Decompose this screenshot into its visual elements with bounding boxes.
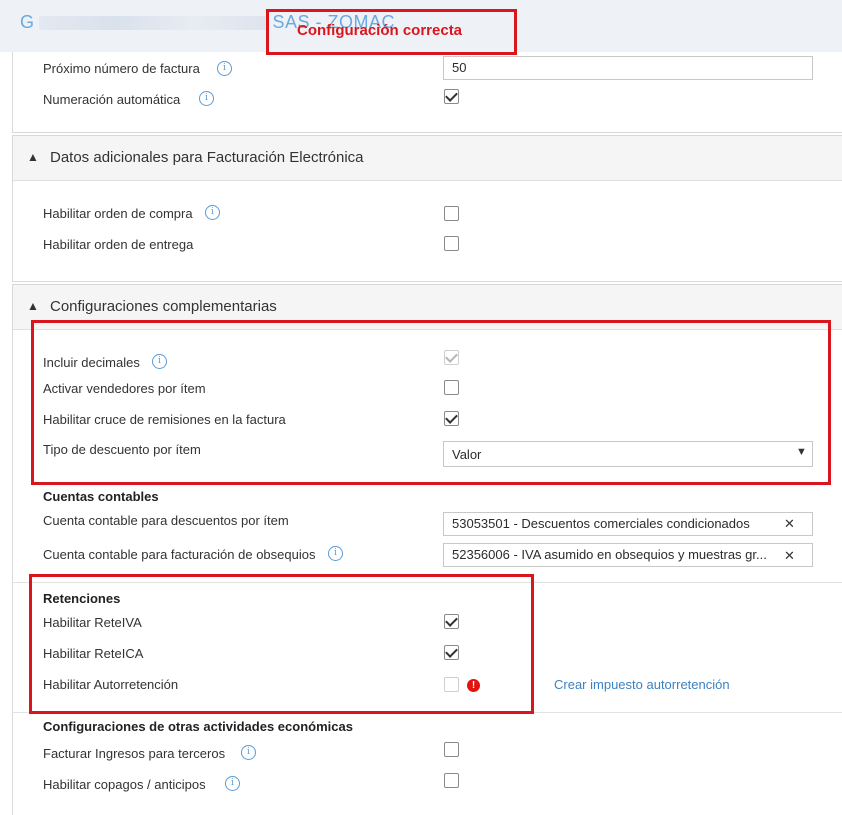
delivery-order-label: Habilitar orden de entrega [43,237,194,252]
auto-numbering-checkbox[interactable] [444,89,459,104]
accounts-title: Cuentas contables [43,489,159,504]
info-icon[interactable]: i [199,91,214,106]
purchase-order-checkbox[interactable] [444,206,459,221]
next-invoice-label: Próximo número de factura [43,61,200,76]
complementary-title: Configuraciones complementarias [50,298,277,315]
info-icon[interactable]: i [241,745,256,760]
create-autoretention-link[interactable]: Crear impuesto autorretención [554,677,730,692]
chevron-up-icon[interactable]: ▲ [27,299,39,313]
highlight-box [31,320,831,485]
info-icon[interactable]: i [328,546,343,561]
close-icon[interactable]: ✕ [784,516,795,532]
auto-numbering-label: Numeración automática [43,92,181,107]
highlight-box [29,574,534,714]
third-party-checkbox[interactable] [444,742,459,757]
info-icon[interactable]: i [217,61,232,76]
checkmark-icon [445,89,458,102]
other-activities-title: Configuraciones de otras actividades eco… [43,719,353,734]
gift-account-label: Cuenta contable para facturación de obse… [43,547,316,562]
gift-account-field[interactable]: 52356006 - IVA asumido en obsequios y mu… [443,543,813,567]
info-icon[interactable]: i [205,205,220,220]
redacted-text [38,16,269,31]
purchase-order-label: Habilitar orden de compra [43,206,193,221]
correct-config-banner: Configuración correcta [297,22,463,39]
info-icon[interactable]: i [225,776,240,791]
discount-account-field[interactable]: 53053501 - Descuentos comerciales condic… [443,512,813,536]
copay-label: Habilitar copagos / anticipos [43,777,206,792]
chevron-up-icon[interactable]: ▲ [27,150,39,164]
delivery-order-checkbox[interactable] [444,236,459,251]
next-invoice-input[interactable]: 50 [443,56,813,80]
e-invoice-title: Datos adicionales para Facturación Elect… [50,149,364,166]
copay-checkbox[interactable] [444,773,459,788]
discount-account-label: Cuenta contable para descuentos por ítem [43,513,289,528]
close-icon[interactable]: ✕ [784,548,795,564]
third-party-label: Facturar Ingresos para terceros [43,746,226,761]
